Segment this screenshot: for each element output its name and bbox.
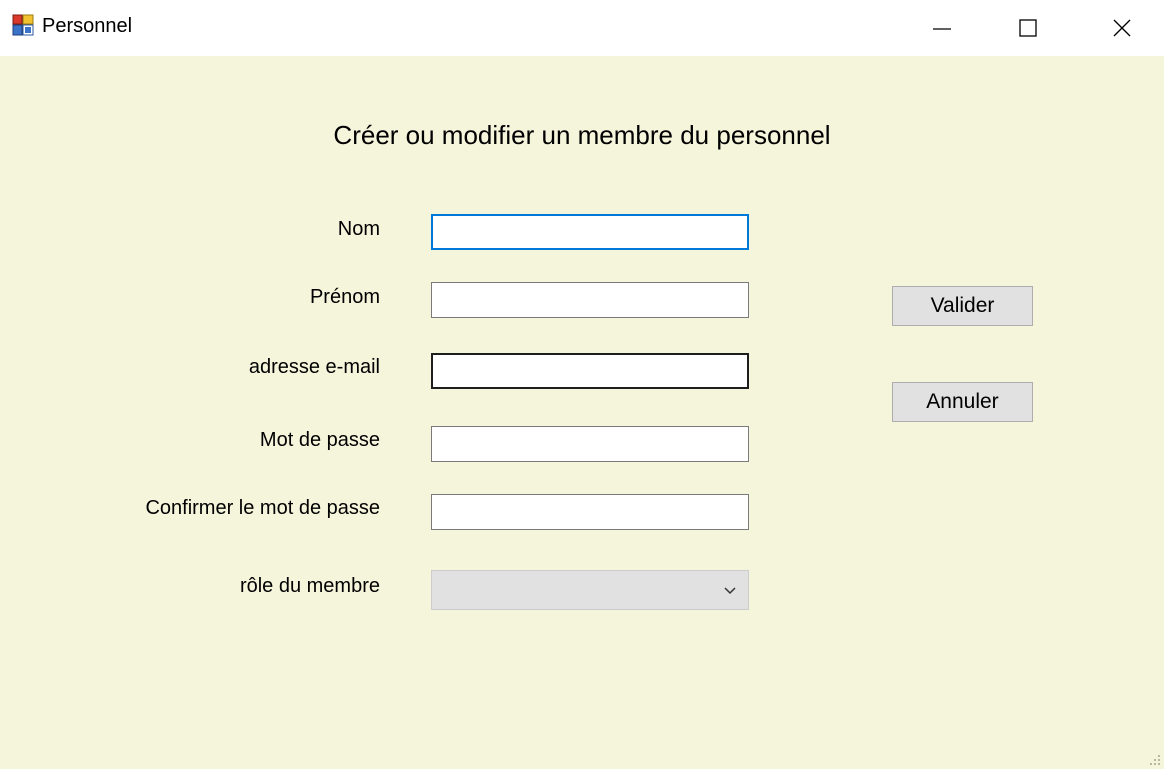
app-icon xyxy=(12,14,34,36)
prenom-input[interactable] xyxy=(431,282,749,318)
personnel-window: Personnel Créer ou modifier un membre du… xyxy=(0,0,1164,769)
maximize-button[interactable] xyxy=(1000,0,1056,56)
email-label: adresse e-mail xyxy=(248,356,380,378)
validate-button[interactable]: Valider xyxy=(892,286,1033,326)
close-button[interactable] xyxy=(1094,0,1150,56)
chevron-down-icon xyxy=(724,587,736,595)
minimize-icon xyxy=(933,28,951,30)
nom-label: Nom xyxy=(337,218,380,240)
password-label: Mot de passe xyxy=(259,429,380,451)
email-input[interactable] xyxy=(431,353,749,389)
confirm-password-input[interactable] xyxy=(431,494,749,530)
title-bar[interactable]: Personnel xyxy=(0,0,1164,56)
role-label: rôle du membre xyxy=(239,575,380,597)
form-title: Créer ou modifier un membre du personnel xyxy=(333,120,831,150)
cancel-button[interactable]: Annuler xyxy=(892,382,1033,422)
confirm-password-label: Confirmer le mot de passe xyxy=(145,497,380,519)
role-select[interactable] xyxy=(431,570,749,610)
form-area: Créer ou modifier un membre du personnel… xyxy=(0,56,1164,769)
resize-grip-icon[interactable] xyxy=(1149,754,1161,766)
maximize-icon xyxy=(1019,19,1037,37)
close-icon xyxy=(1113,19,1131,37)
minimize-button[interactable] xyxy=(914,0,970,56)
window-title: Personnel xyxy=(42,15,133,37)
nom-input[interactable] xyxy=(431,214,749,250)
password-input[interactable] xyxy=(431,426,749,462)
prenom-label: Prénom xyxy=(309,286,380,308)
